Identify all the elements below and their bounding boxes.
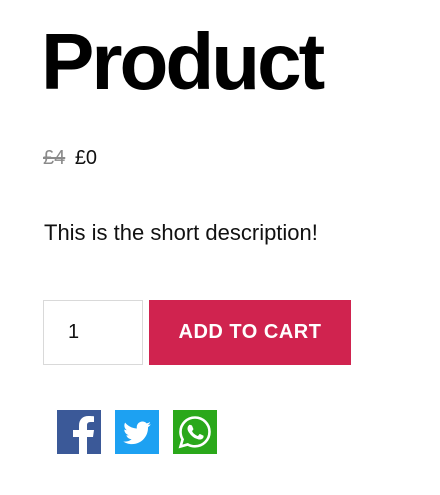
social-share (57, 410, 217, 454)
twitter-icon (115, 410, 159, 454)
quantity-input[interactable] (43, 300, 143, 365)
whatsapp-icon (173, 410, 217, 454)
product-title: Product (41, 17, 325, 106)
whatsapp-share-link[interactable] (173, 410, 217, 454)
facebook-icon (57, 410, 101, 454)
sale-price: £0 (74, 147, 98, 169)
short-description: This is the short description! (44, 220, 318, 245)
twitter-share-link[interactable] (115, 410, 159, 454)
product-price: £4 £0 (43, 145, 97, 171)
add-to-cart-button[interactable]: ADD TO CART (149, 300, 351, 365)
facebook-share-link[interactable] (57, 410, 101, 454)
original-price: £4 (43, 147, 66, 169)
